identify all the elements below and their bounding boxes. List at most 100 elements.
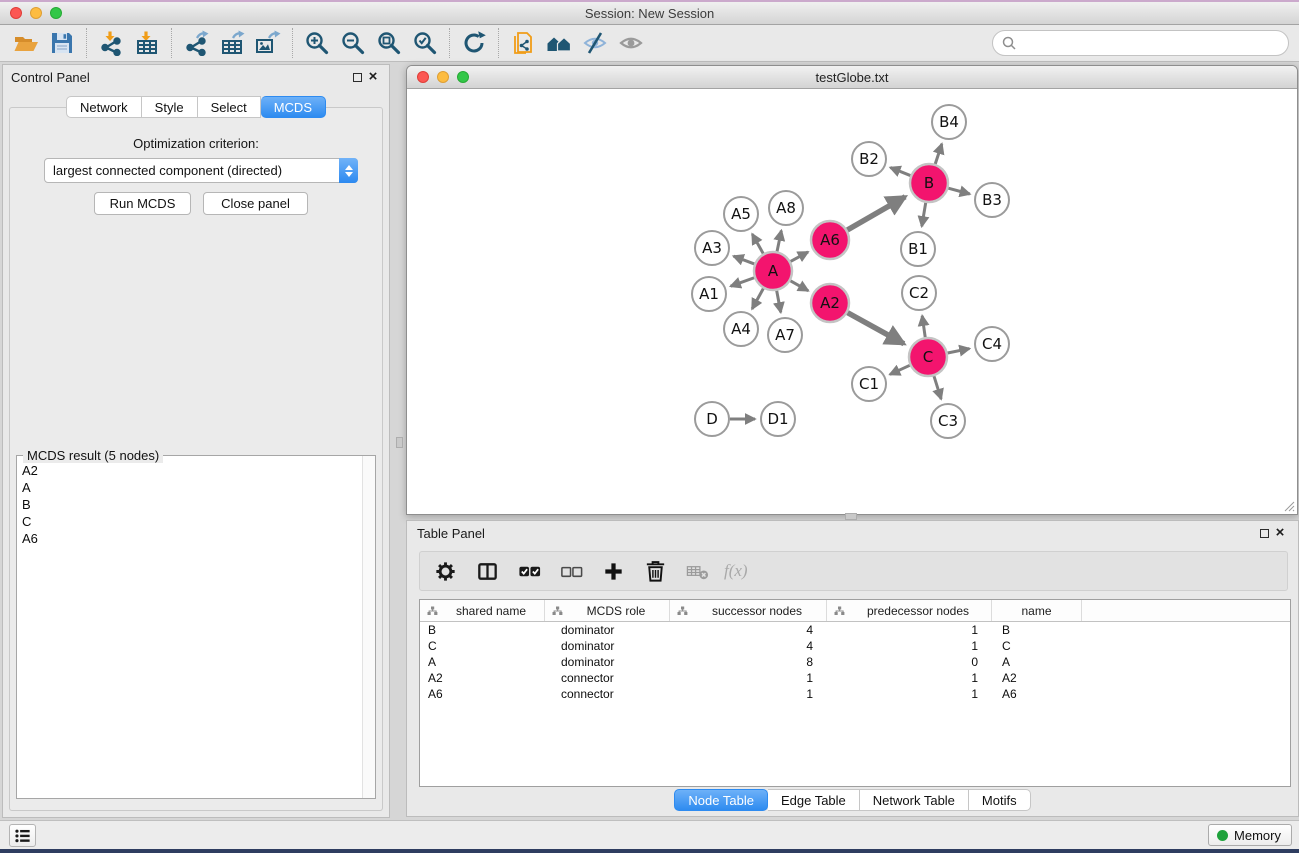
node-A[interactable]: A (754, 252, 792, 290)
node-B4[interactable]: B4 (932, 105, 966, 139)
node-A7[interactable]: A7 (768, 318, 802, 352)
mcds-result-item[interactable]: A2 (17, 462, 362, 479)
edge-A-A7[interactable] (777, 291, 781, 313)
column-header-MCDS-role[interactable]: MCDS role (545, 600, 670, 621)
node-A6[interactable]: A6 (811, 221, 849, 259)
search-input[interactable] (1023, 36, 1280, 51)
edge-C-C4[interactable] (948, 349, 970, 353)
refresh-layout-icon[interactable] (456, 28, 492, 58)
network-from-selection-icon[interactable] (505, 28, 541, 58)
tab-network-table[interactable]: Network Table (860, 789, 969, 811)
float-panel-icon[interactable] (349, 69, 365, 85)
node-B3[interactable]: B3 (975, 183, 1009, 217)
show-all-icon[interactable] (613, 28, 649, 58)
column-header-shared-name[interactable]: shared name (420, 600, 545, 621)
node-D[interactable]: D (695, 402, 729, 436)
import-table-icon[interactable] (129, 28, 165, 58)
edge-A-A4[interactable] (752, 289, 763, 309)
node-C4[interactable]: C4 (975, 327, 1009, 361)
close-panel-button[interactable]: Close panel (203, 192, 308, 215)
columns-icon[interactable] (472, 556, 502, 586)
result-list-scrollbar[interactable] (362, 456, 375, 798)
node-A1[interactable]: A1 (692, 277, 726, 311)
table-row[interactable]: A6connector11A6 (420, 686, 1290, 702)
node-C3[interactable]: C3 (931, 404, 965, 438)
export-network-icon[interactable] (178, 28, 214, 58)
export-table-icon[interactable] (214, 28, 250, 58)
tab-node-table[interactable]: Node Table (674, 789, 768, 811)
node-A3[interactable]: A3 (695, 231, 729, 265)
edge-A-A2[interactable] (790, 281, 808, 291)
task-history-button[interactable] (9, 824, 36, 847)
table-row[interactable]: Adominator80A (420, 654, 1290, 670)
table-row[interactable]: Bdominator41B (420, 622, 1290, 638)
add-icon[interactable] (598, 556, 628, 586)
houses-icon[interactable] (541, 28, 577, 58)
edge-B-B3[interactable] (948, 188, 969, 194)
node-B1[interactable]: B1 (901, 232, 935, 266)
hide-selected-icon[interactable] (577, 28, 613, 58)
column-header-successor-nodes[interactable]: successor nodes (670, 600, 827, 621)
network-canvas[interactable]: B4 B2 B B3 A5 A8A6 A3 B1 A A1 C2 A2 A4 A7 C4 C C1 C3 D D1 (407, 90, 1297, 514)
edge-A-A1[interactable] (731, 278, 755, 286)
edge-A6-B[interactable] (847, 197, 905, 230)
table-close-panel-icon[interactable]: × (1272, 525, 1288, 541)
optimization-criterion-dropdown[interactable]: largest connected component (directed) (44, 158, 358, 183)
tab-select[interactable]: Select (198, 96, 261, 118)
window-resize-grip-icon[interactable] (1283, 500, 1295, 512)
node-A5[interactable]: A5 (724, 197, 758, 231)
network-window-titlebar[interactable]: testGlobe.txt (407, 66, 1297, 89)
node-B2[interactable]: B2 (852, 142, 886, 176)
tab-mcds[interactable]: MCDS (261, 96, 326, 118)
edge-C-C1[interactable] (890, 365, 910, 374)
mcds-result-item[interactable]: C (17, 513, 362, 530)
horizontal-splitter-handle[interactable] (845, 513, 857, 520)
mcds-result-item[interactable]: B (17, 496, 362, 513)
edge-A-A8[interactable] (777, 231, 781, 252)
edge-B-B2[interactable] (890, 168, 910, 176)
edge-B-B4[interactable] (935, 144, 942, 164)
edge-A-A3[interactable] (734, 256, 755, 264)
zoom-selected-icon[interactable] (407, 28, 443, 58)
edge-A-A6[interactable] (791, 252, 808, 262)
node-C1[interactable]: C1 (852, 367, 886, 401)
table-row[interactable]: Cdominator41C (420, 638, 1290, 654)
node-A2[interactable]: A2 (811, 284, 849, 322)
edge-C-C3[interactable] (934, 376, 941, 399)
trash-icon[interactable] (640, 556, 670, 586)
run-mcds-button[interactable]: Run MCDS (94, 192, 191, 215)
edge-C-C2[interactable] (922, 316, 925, 337)
node-C2[interactable]: C2 (902, 276, 936, 310)
save-session-icon[interactable] (44, 28, 80, 58)
zoom-fit-icon[interactable] (371, 28, 407, 58)
column-header-predecessor-nodes[interactable]: predecessor nodes (827, 600, 992, 621)
tab-edge-table[interactable]: Edge Table (768, 789, 860, 811)
mcds-result-item[interactable]: A6 (17, 530, 362, 547)
zoom-in-icon[interactable] (299, 28, 335, 58)
import-network-icon[interactable] (93, 28, 129, 58)
node-D1[interactable]: D1 (761, 402, 795, 436)
vertical-splitter-handle[interactable] (396, 437, 403, 448)
edge-A-A5[interactable] (752, 234, 763, 254)
node-B[interactable]: B (910, 164, 948, 202)
tab-network[interactable]: Network (66, 96, 142, 118)
node-C[interactable]: C (909, 338, 947, 376)
export-image-icon[interactable] (250, 28, 286, 58)
edge-A2-C[interactable] (848, 313, 904, 344)
select-all-icon[interactable] (514, 556, 544, 586)
zoom-out-icon[interactable] (335, 28, 371, 58)
open-session-icon[interactable] (8, 28, 44, 58)
tab-style[interactable]: Style (142, 96, 198, 118)
gear-icon[interactable] (430, 556, 460, 586)
column-header-name[interactable]: name (992, 600, 1082, 621)
node-A8[interactable]: A8 (769, 191, 803, 225)
table-float-panel-icon[interactable] (1256, 525, 1272, 541)
edge-B-B1[interactable] (922, 203, 926, 227)
close-panel-icon[interactable]: × (365, 69, 381, 85)
memory-button[interactable]: Memory (1208, 824, 1292, 846)
tab-motifs[interactable]: Motifs (969, 789, 1031, 811)
deselect-all-icon[interactable] (556, 556, 586, 586)
table-row[interactable]: A2connector11A2 (420, 670, 1290, 686)
mcds-result-item[interactable]: A (17, 479, 362, 496)
node-A4[interactable]: A4 (724, 312, 758, 346)
